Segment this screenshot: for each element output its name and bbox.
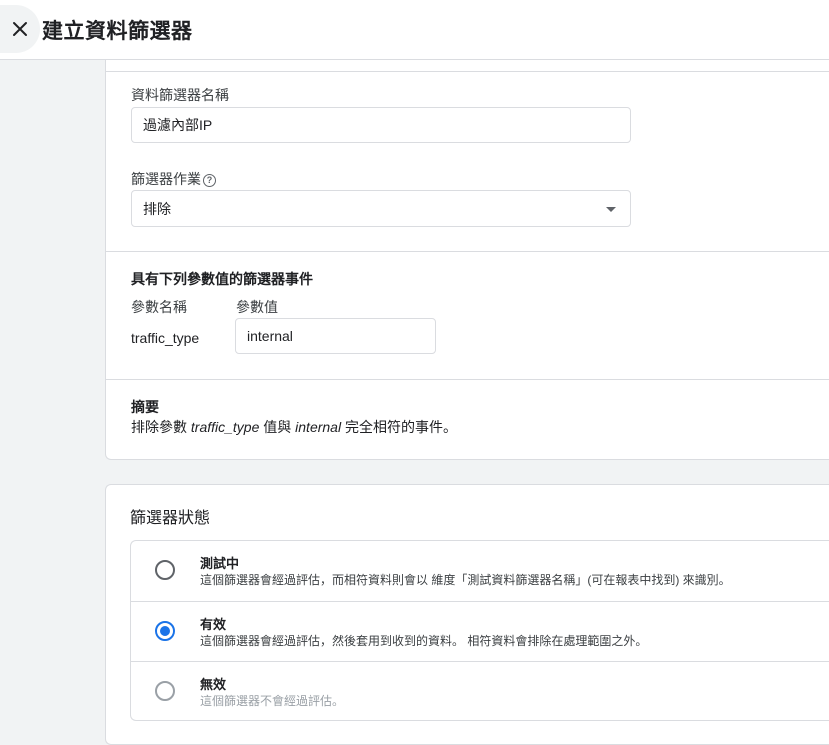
status-option-inactive[interactable]: 無效 這個篩選器不會經過評估。: [131, 661, 829, 721]
param-name: traffic_type: [131, 330, 200, 346]
close-button[interactable]: [0, 5, 40, 53]
filter-operation-select[interactable]: 排除: [131, 190, 631, 227]
summary-suffix: 完全相符的事件。: [341, 419, 457, 435]
close-icon: [13, 22, 27, 36]
status-option-label: 測試中: [200, 556, 240, 571]
top-bar: 建立資料篩選器: [0, 0, 829, 60]
summary-param: traffic_type: [190, 419, 260, 435]
filter-config-card: 資料篩選器名稱 過濾內部IP 篩選器作業? 排除 具有下列參數值的篩選器事件 參…: [105, 60, 829, 460]
param-value-input[interactable]: internal: [235, 318, 436, 354]
status-option-testing[interactable]: 測試中 這個篩選器會經過評估，而相符資料則會以 維度「測試資料篩選器名稱」(可在…: [131, 541, 829, 601]
section-divider: [106, 251, 829, 252]
summary-value: internal: [295, 419, 342, 435]
summary-text: 排除參數 traffic_type 值與 internal 完全相符的事件。: [131, 417, 457, 437]
arrow-drop-down-icon: [606, 207, 616, 212]
param-value-header: 參數值: [236, 299, 278, 315]
status-option-active[interactable]: 有效 這個篩選器會經過評估，然後套用到收到的資料。 相符資料會排除在處理範圍之外…: [131, 601, 829, 661]
filter-operation-label-text: 篩選器作業: [131, 171, 201, 187]
filter-status-radio-group: 測試中 這個篩選器會經過評估，而相符資料則會以 維度「測試資料篩選器名稱」(可在…: [130, 540, 829, 721]
filter-name-label: 資料篩選器名稱: [131, 87, 229, 103]
param-name-header: 參數名稱: [131, 299, 187, 315]
filter-status-title: 篩選器狀態: [130, 510, 211, 527]
filter-operation-value: 排除: [143, 200, 171, 217]
filter-name-value: 過濾內部IP: [143, 117, 213, 133]
section-divider: [106, 379, 829, 380]
param-value: internal: [247, 328, 293, 344]
filter-operation-label: 篩選器作業?: [131, 169, 216, 189]
radio-button[interactable]: [155, 681, 175, 701]
page-title: 建立資料篩選器: [42, 20, 193, 43]
filter-name-input[interactable]: 過濾內部IP: [131, 107, 631, 143]
status-option-description: 這個篩選器會經過評估，而相符資料則會以 維度「測試資料篩選器名稱」(可在報表中找…: [200, 573, 731, 587]
card-top-divider: [106, 71, 829, 72]
radio-button-selected[interactable]: [155, 621, 175, 641]
status-option-description: 這個篩選器會經過評估，然後套用到收到的資料。 相符資料會排除在處理範圍之外。: [200, 634, 648, 648]
summary-title: 摘要: [131, 399, 159, 415]
radio-button[interactable]: [155, 560, 175, 580]
params-title: 具有下列參數值的篩選器事件: [131, 271, 313, 287]
status-option-description: 這個篩選器不會經過評估。: [200, 694, 345, 708]
status-option-label: 無效: [200, 677, 227, 692]
help-circle-icon[interactable]: ?: [203, 174, 216, 187]
status-option-label: 有效: [200, 617, 227, 632]
summary-middle: 值與: [259, 419, 296, 435]
filter-status-card: 篩選器狀態 測試中 這個篩選器會經過評估，而相符資料則會以 維度「測試資料篩選器…: [105, 484, 829, 745]
summary-prefix: 排除參數: [131, 419, 191, 435]
